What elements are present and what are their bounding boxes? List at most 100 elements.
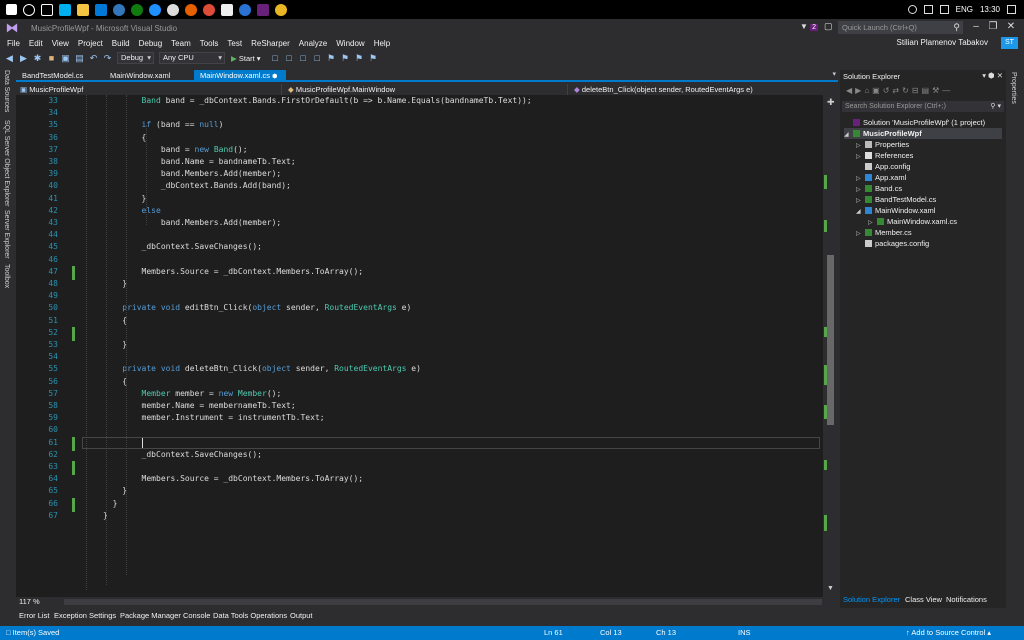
panel-menu-icon[interactable]: ▾ (982, 71, 986, 80)
code-line[interactable]: 67} (16, 510, 823, 522)
code-line[interactable]: 40 _dbContext.Bands.Add(band); (16, 180, 823, 192)
tree-node-band-cs[interactable]: ▷ Band.cs (856, 183, 902, 194)
code-line[interactable]: 55 private void deleteBtn_Click(object se… (16, 363, 823, 375)
refresh-icon[interactable]: ↻ (902, 86, 912, 95)
toolbar-action-icon[interactable]: □ (299, 53, 308, 63)
notifications-flag[interactable]: ▼ 2 (800, 22, 819, 31)
tree-node-project[interactable]: ◢ MusicProfileWpf (844, 128, 1002, 139)
code-line[interactable]: 43 band.Members.Add(member); (16, 217, 823, 229)
code-line[interactable]: 57 Member member = new Member(); (16, 388, 823, 400)
toolbox-tab[interactable]: Toolbox (3, 264, 10, 288)
scrollbar-thumb[interactable] (827, 255, 834, 425)
code-line[interactable]: 63 (16, 461, 823, 473)
tree-node-properties[interactable]: ▷ Properties (856, 139, 909, 150)
properties-tab[interactable]: Properties (1010, 72, 1017, 104)
new-project-icon[interactable]: ✱ (33, 53, 42, 63)
menu-edit[interactable]: Edit (29, 39, 43, 48)
xbox-icon[interactable] (131, 3, 143, 16)
expanded-icon[interactable]: ◢ (856, 207, 865, 218)
code-line[interactable]: 52 (16, 327, 823, 339)
volume-icon[interactable] (939, 5, 949, 14)
tree-node-app-config[interactable]: App.config (856, 161, 910, 172)
server-explorer-tab[interactable]: Server Explorer (3, 210, 10, 259)
code-line[interactable]: 58 member.Name = membernameTb.Text; (16, 400, 823, 412)
tab-notifications[interactable]: Notifications (946, 595, 987, 604)
tree-node-member-cs[interactable]: ▷ Member.cs (856, 227, 912, 238)
save-icon[interactable]: ▣ (61, 53, 70, 63)
menu-analyze[interactable]: Analyze (299, 39, 327, 48)
bookmark-clear-icon[interactable]: ⚑ (369, 53, 378, 63)
code-line[interactable]: 48} (16, 278, 823, 290)
navigate-forward-icon[interactable]: ▶ (19, 53, 28, 63)
redo-icon[interactable]: ↷ (103, 53, 112, 63)
tab-mainwindow-xaml[interactable]: MainWindow.xaml (104, 70, 176, 82)
tree-node-bandtestmodel-cs[interactable]: ▷ BandTestModel.cs (856, 194, 936, 205)
collapse-all-icon[interactable]: ⊟ (912, 86, 922, 95)
code-line[interactable]: 51{ (16, 315, 823, 327)
network-icon[interactable] (923, 5, 933, 14)
code-line[interactable]: 41} (16, 193, 823, 205)
open-file-icon[interactable]: ■ (47, 53, 56, 63)
save-all-icon[interactable]: ▤ (75, 53, 84, 63)
menu-project[interactable]: Project (78, 39, 103, 48)
project-nav-select[interactable]: ▣ MusicProfileWpf (16, 84, 282, 95)
code-line[interactable]: 42 else (16, 205, 823, 217)
signed-in-user-name[interactable]: Stilian Plamenov Tabakov (897, 38, 988, 47)
code-line[interactable]: 53} (16, 339, 823, 351)
preview-icon[interactable]: — (942, 86, 953, 95)
menu-test[interactable]: Test (227, 39, 242, 48)
pending-changes-icon[interactable]: ↺ (883, 86, 893, 95)
home-icon[interactable]: ⌂ (864, 86, 872, 95)
ie-icon[interactable] (149, 3, 161, 16)
menu-window[interactable]: Window (336, 39, 364, 48)
file-explorer-icon[interactable] (77, 3, 89, 16)
member-nav-select[interactable]: ◆ deleteBtn_Click(object sender, RoutedE… (570, 84, 836, 95)
bookmark-icon[interactable]: ⚑ (327, 53, 336, 63)
code-line[interactable]: 65} (16, 485, 823, 497)
code-line[interactable]: 37 band = new Band(); (16, 144, 823, 156)
task-view-icon[interactable] (41, 3, 53, 16)
tree-node-packages-config[interactable]: packages.config (856, 238, 929, 249)
tab-class-view[interactable]: Class View (905, 595, 942, 604)
visual-studio-taskbar-icon[interactable] (257, 3, 269, 16)
minimize-button[interactable]: – (969, 21, 983, 32)
code-line[interactable]: 35 if (band == null) (16, 119, 823, 131)
code-line[interactable]: 62 _dbContext.SaveChanges(); (16, 449, 823, 461)
code-line[interactable]: 50 private void editBtn_Click(object send… (16, 302, 823, 314)
close-button[interactable]: ✕ (1004, 21, 1018, 32)
skype-icon[interactable] (59, 3, 71, 16)
tree-node-mainwindow-xaml-cs[interactable]: ▷ MainWindow.xaml.cs (868, 216, 957, 227)
mail-icon[interactable] (221, 3, 233, 16)
code-line[interactable]: 59 member.Instrument = instrumentTb.Text; (16, 412, 823, 424)
code-line[interactable]: 46 (16, 254, 823, 266)
toolbar-action-icon[interactable]: □ (313, 53, 322, 63)
properties-icon[interactable]: ⚒ (932, 86, 942, 95)
tab-solution-explorer[interactable]: Solution Explorer (843, 595, 900, 604)
add-to-source-control-button[interactable]: ↑ Add to Source Control ▴ (906, 628, 991, 637)
tab-exception-settings[interactable]: Exception Settings (54, 611, 116, 620)
data-sources-tab[interactable]: Data Sources (3, 70, 10, 112)
edge-icon[interactable] (113, 3, 125, 16)
start-debugging-button[interactable]: ▶ Start ▾ (231, 54, 261, 63)
chrome-2-icon[interactable] (275, 3, 287, 16)
undo-icon[interactable]: ↶ (89, 53, 98, 63)
store-icon[interactable] (95, 3, 107, 16)
code-line[interactable]: 49 (16, 290, 823, 302)
bookmark-prev-icon[interactable]: ⚑ (341, 53, 350, 63)
navigate-back-icon[interactable]: ◀ (5, 53, 14, 63)
clock[interactable]: 13:30 (980, 5, 1000, 14)
code-line[interactable]: 39 band.Members.Add(member); (16, 168, 823, 180)
chrome-icon[interactable] (203, 3, 215, 16)
restore-button[interactable]: ❐ (986, 21, 1000, 32)
menu-help[interactable]: Help (374, 39, 390, 48)
menu-view[interactable]: View (52, 39, 69, 48)
menu-file[interactable]: File (7, 39, 20, 48)
toolbar-action-icon[interactable]: □ (285, 53, 294, 63)
forward-icon[interactable]: ▶ (855, 86, 864, 95)
scroll-down-icon[interactable]: ▼ (827, 585, 834, 592)
tab-package-manager-console[interactable]: Package Manager Console (120, 611, 210, 620)
code-line[interactable]: 66} (16, 498, 823, 510)
media-player-icon[interactable] (239, 3, 251, 16)
menu-resharper[interactable]: ReSharper (251, 39, 290, 48)
code-line[interactable]: 47 Members.Source = _dbContext.Members.To… (16, 266, 823, 278)
